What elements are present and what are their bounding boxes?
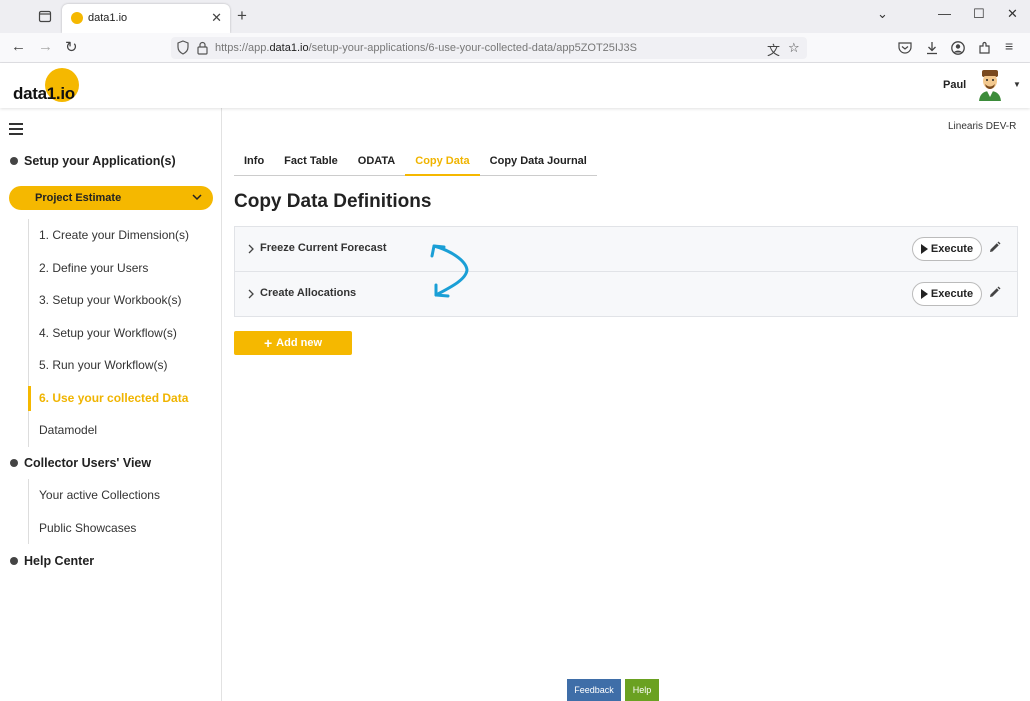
section-help-center[interactable]: Help Center	[10, 554, 94, 568]
tenant-label[interactable]: Linearis DEV-R	[948, 121, 1016, 132]
menu-icon[interactable]: ≡	[1005, 38, 1013, 54]
browser-navbar: ← → ↻ https://app.data1.io/setup-your-ap…	[0, 33, 1030, 63]
add-new-label: Add new	[276, 337, 323, 349]
logo[interactable]: data1.io	[13, 84, 75, 104]
section-label: Setup your Application(s)	[24, 154, 176, 168]
lock-icon[interactable]	[197, 41, 208, 55]
url-text: https://app.data1.io/setup-your-applicat…	[215, 42, 637, 54]
pencil-icon[interactable]	[988, 241, 1001, 254]
extensions-icon[interactable]	[977, 40, 993, 56]
back-icon[interactable]: ←	[11, 38, 26, 55]
account-icon[interactable]	[950, 40, 966, 56]
bullet-icon	[10, 459, 18, 467]
execute-button[interactable]: Execute	[912, 237, 982, 261]
execute-button[interactable]: Execute	[912, 281, 982, 306]
execute-label: Execute	[930, 287, 974, 300]
section-label: Help Center	[24, 554, 95, 568]
sidebar-item-public-showcases[interactable]: Public Showcases	[29, 512, 160, 545]
page-title: Copy Data Definitions	[234, 191, 432, 212]
tab-list-icon[interactable]	[38, 9, 52, 23]
tab-overflow-chevron-icon[interactable]: ⌄	[877, 6, 888, 22]
tab-copy-data-journal[interactable]: Copy Data Journal	[480, 150, 597, 176]
sidebar-item-create-dimensions[interactable]: 1. Create your Dimension(s)	[29, 219, 189, 252]
collector-list: Your active Collections Public Showcases	[28, 479, 160, 544]
bullet-icon	[10, 157, 18, 165]
add-new-button[interactable]: + Add new	[234, 331, 352, 355]
annotation-arrow-icon	[430, 244, 469, 298]
play-icon	[920, 244, 928, 254]
tab-odata[interactable]: ODATA	[348, 150, 405, 176]
avatar[interactable]	[976, 69, 1004, 101]
project-select[interactable]: Project Estimate	[9, 186, 213, 210]
help-button[interactable]: Help	[625, 679, 659, 701]
sidebar-item-use-collected-data[interactable]: 6. Use your collected Data	[27, 382, 189, 415]
pencil-icon[interactable]	[988, 286, 1001, 299]
tab-info[interactable]: Info	[234, 150, 274, 176]
project-select-value: Project Estimate	[35, 192, 122, 204]
minimize-icon[interactable]: —	[938, 6, 951, 21]
user-name[interactable]: Paul	[943, 79, 966, 91]
chevron-right-icon[interactable]	[247, 289, 255, 299]
definition-name[interactable]: Freeze Current Forecast	[260, 242, 387, 254]
hamburger-menu-icon[interactable]	[9, 123, 23, 135]
feedback-button[interactable]: Feedback	[567, 679, 621, 701]
shield-icon[interactable]	[177, 40, 189, 55]
reload-icon[interactable]: ↻	[65, 38, 78, 56]
plus-icon: +	[263, 335, 273, 351]
forward-icon[interactable]: →	[38, 38, 53, 55]
translate-icon[interactable]: 文	[767, 40, 780, 59]
tab-copy-data[interactable]: Copy Data	[405, 150, 480, 176]
setup-steps-list: 1. Create your Dimension(s) 2. Define yo…	[27, 219, 189, 447]
sidebar-item-run-workflows[interactable]: 5. Run your Workflow(s)	[29, 349, 189, 382]
maximize-icon[interactable]: ☐	[973, 6, 985, 22]
user-menu-caret-icon[interactable]: ▼	[1013, 80, 1021, 89]
tab-fact-table[interactable]: Fact Table	[274, 150, 348, 176]
tab-title: data1.io	[88, 12, 128, 24]
chevron-right-icon[interactable]	[247, 244, 255, 254]
tab-close-icon[interactable]: ✕	[211, 10, 222, 26]
execute-label: Execute	[930, 243, 974, 255]
favicon-icon	[71, 12, 83, 24]
tab-bar: Info Fact Table ODATA Copy Data Copy Dat…	[234, 150, 597, 176]
definition-row[interactable]: Create Allocations Execute	[235, 272, 1017, 317]
section-setup-applications[interactable]: Setup your Application(s)	[10, 154, 176, 168]
section-label: Collector Users' View	[24, 456, 152, 470]
browser-titlebar: data1.io ✕ + ⌄ — ☐ ✕	[0, 0, 1030, 33]
chevron-down-icon	[192, 194, 202, 201]
address-bar[interactable]: https://app.data1.io/setup-your-applicat…	[171, 37, 807, 59]
pocket-icon[interactable]	[897, 40, 913, 56]
new-tab-icon[interactable]: +	[237, 6, 247, 26]
app-header: data1.io Paul ▼	[0, 63, 1030, 108]
definitions-list: Freeze Current Forecast Execute Create A…	[234, 226, 1018, 317]
bullet-icon	[10, 557, 18, 565]
sidebar-item-active-collections[interactable]: Your active Collections	[29, 479, 160, 512]
sidebar-item-define-users[interactable]: 2. Define your Users	[29, 252, 189, 285]
sidebar-item-datamodel[interactable]: Datamodel	[29, 414, 189, 447]
download-icon[interactable]	[924, 40, 940, 56]
sidebar-item-setup-workflows[interactable]: 4. Setup your Workflow(s)	[29, 317, 189, 350]
bookmark-star-icon[interactable]: ☆	[788, 40, 800, 56]
window-close-icon[interactable]: ✕	[1007, 6, 1018, 22]
play-icon	[920, 288, 928, 299]
browser-tab[interactable]: data1.io ✕	[62, 4, 230, 33]
sidebar-item-setup-workbooks[interactable]: 3. Setup your Workbook(s)	[29, 284, 189, 317]
definition-row[interactable]: Freeze Current Forecast Execute	[235, 227, 1017, 272]
definition-name[interactable]: Create Allocations	[260, 287, 356, 299]
section-collector-users-view[interactable]: Collector Users' View	[10, 456, 151, 470]
sidebar: Setup your Application(s) Project Estima…	[0, 108, 222, 701]
